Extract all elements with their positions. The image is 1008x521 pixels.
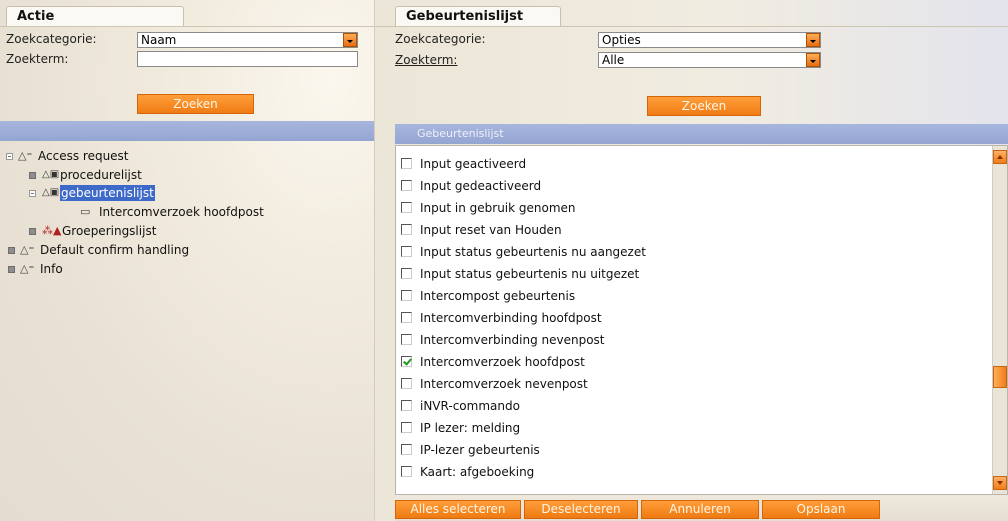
collapse-icon[interactable] <box>6 153 13 160</box>
left-category-value: Naam <box>141 33 177 47</box>
save-button[interactable]: Opslaan <box>762 500 880 519</box>
triangle-icon: △⁼ <box>20 262 35 275</box>
checkbox[interactable] <box>401 400 412 411</box>
triangle-icon: △⁼ <box>20 243 35 256</box>
list-item-label: Intercomverzoek nevenpost <box>420 377 588 391</box>
expand-icon[interactable] <box>8 247 15 254</box>
chevron-down-icon[interactable] <box>343 33 357 47</box>
tree-node-label: procedurelijst <box>60 168 142 182</box>
right-tabbar: Gebeurtenislijst <box>375 0 1008 27</box>
chevron-down-icon[interactable] <box>806 53 820 67</box>
checkbox[interactable] <box>401 158 412 169</box>
list-item-label: iNVR-commando <box>420 399 520 413</box>
right-term-label-text: Zoekterm: <box>395 53 458 67</box>
list-item-label: IP lezer: melding <box>420 421 521 435</box>
right-term-label: Zoekterm: <box>395 53 457 67</box>
tree-node-label: Info <box>40 262 63 276</box>
expand-icon[interactable] <box>8 266 15 273</box>
cancel-button[interactable]: Annuleren <box>641 500 759 519</box>
card-icon: ▭ <box>80 205 91 218</box>
list-scrollbar[interactable] <box>992 146 1007 494</box>
list-item-label: Input reset van Houden <box>420 223 562 237</box>
checkbox[interactable] <box>401 180 412 191</box>
list-item-label: Input status gebeurtenis nu uitgezet <box>420 267 640 281</box>
tree-node-label: Access request <box>38 149 129 163</box>
deselect-button[interactable]: Deselecteren <box>524 500 638 519</box>
group-icon: ⁂▲ <box>42 224 62 237</box>
list-item-label: Kaart: afgeboeking <box>420 465 535 479</box>
left-category-select[interactable]: Naam <box>137 32 358 48</box>
list-item-label: Intercomverbinding nevenpost <box>420 333 605 347</box>
list-header-bar: Gebeurtenislijst <box>395 124 1008 144</box>
checkbox[interactable] <box>401 378 412 389</box>
action-bar: Alles selecteren Deselecteren Annuleren … <box>395 495 1008 521</box>
checkbox[interactable] <box>401 202 412 213</box>
tab-gebeurtenislijst[interactable]: Gebeurtenislijst <box>395 6 561 26</box>
select-all-button[interactable]: Alles selecteren <box>395 500 521 519</box>
tree-node-label: Intercomverzoek hoofdpost <box>99 205 264 219</box>
checkbox[interactable] <box>401 466 412 477</box>
list-item-label: IP-lezer gebeurtenis <box>420 443 540 457</box>
action-panel: Actie Zoekcategorie: Naam Zoekterm: Zoek… <box>0 0 375 521</box>
list-item-label: Intercompost gebeurtenis <box>420 289 576 303</box>
left-tabbar: Actie <box>0 0 375 27</box>
tree-node-label-selected: gebeurtenislijst <box>60 185 155 201</box>
scroll-down-icon[interactable] <box>993 476 1007 490</box>
checkbox[interactable] <box>401 290 412 301</box>
list-item-label: Input geactiveerd <box>420 157 527 171</box>
left-search-button[interactable]: Zoeken <box>137 94 254 114</box>
list-item-label: Intercomverbinding hoofdpost <box>420 311 602 325</box>
list-item-label: Input in gebruik genomen <box>420 201 576 215</box>
list-item-label: Input gedeactiveerd <box>420 179 542 193</box>
checkbox[interactable] <box>401 444 412 455</box>
right-search-button[interactable]: Zoeken <box>647 96 761 116</box>
checkbox[interactable] <box>401 312 412 323</box>
checkbox[interactable] <box>401 422 412 433</box>
right-term-value: Alle <box>602 53 625 67</box>
tab-actie[interactable]: Actie <box>6 6 184 26</box>
list-title: Gebeurtenislijst <box>417 127 504 140</box>
right-term-select[interactable]: Alle <box>598 52 821 68</box>
checkbox-checked[interactable] <box>401 356 412 367</box>
chevron-down-icon[interactable] <box>806 33 820 47</box>
checkbox[interactable] <box>401 246 412 257</box>
expand-icon[interactable] <box>29 228 36 235</box>
event-checklist[interactable]: Input geactiveerd Input gedeactiveerd In… <box>395 145 1008 495</box>
left-header-bar <box>0 121 375 141</box>
checkbox[interactable] <box>401 224 412 235</box>
right-category-label: Zoekcategorie: <box>395 32 486 46</box>
right-category-select[interactable]: Opties <box>598 32 821 48</box>
scroll-up-icon[interactable] <box>993 150 1007 164</box>
list-item-label: Input status gebeurtenis nu aangezet <box>420 245 646 259</box>
left-term-input[interactable] <box>137 51 358 67</box>
tree-node-label: Groeperingslijst <box>62 224 157 238</box>
expand-icon[interactable] <box>29 172 36 179</box>
collapse-icon[interactable] <box>29 190 36 197</box>
left-category-label: Zoekcategorie: <box>6 32 97 46</box>
triangle-icon: △⁼ <box>18 149 33 162</box>
scroll-thumb[interactable] <box>993 366 1007 388</box>
lock-icon: △▣ <box>42 187 60 198</box>
left-term-label: Zoekterm: <box>6 52 69 66</box>
checkbox[interactable] <box>401 334 412 345</box>
right-category-value: Opties <box>602 33 641 47</box>
list-item-label: Intercomverzoek hoofdpost <box>420 355 585 369</box>
checkbox[interactable] <box>401 268 412 279</box>
lock-icon: △▣ <box>42 169 60 180</box>
tree-node-label: Default confirm handling <box>40 243 190 257</box>
